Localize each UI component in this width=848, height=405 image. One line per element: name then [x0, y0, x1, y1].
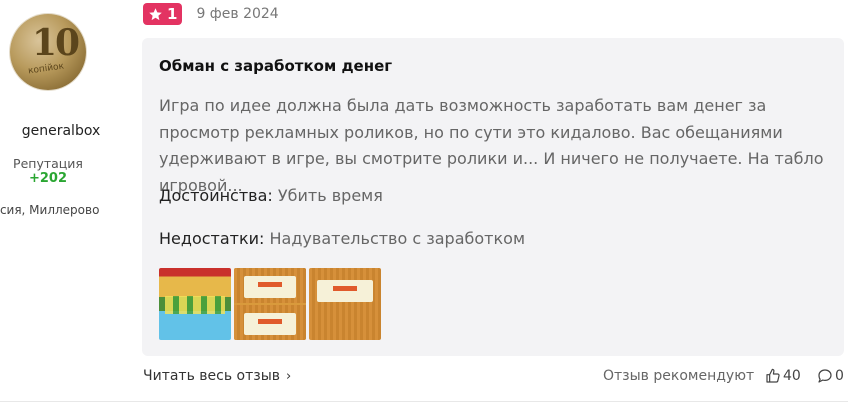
star-icon — [149, 7, 162, 20]
review-meta: 1 9 фев 2024 — [143, 2, 279, 26]
cons-label: Недостатки: — [159, 229, 265, 248]
thumbs-up-icon — [766, 368, 780, 383]
author-sidebar: 10 копійок generalbox Репутация +202 осс… — [0, 0, 122, 405]
pros-value: Убить время — [277, 186, 383, 205]
rating-value: 1 — [167, 5, 178, 23]
review-image-thumbnail[interactable] — [309, 268, 381, 340]
avatar-coin-number: 10 — [32, 22, 80, 64]
review-image-thumbnail[interactable] — [159, 268, 231, 340]
review-images — [159, 268, 381, 340]
likes-count: 40 — [783, 368, 801, 384]
comments-button[interactable]: 0 — [817, 368, 844, 384]
cons-value: Надувательство с заработком — [269, 229, 526, 248]
review-date: 9 фев 2024 — [196, 6, 279, 22]
author-name[interactable]: generalbox — [0, 123, 122, 139]
author-location: оссия, Миллерово — [0, 203, 100, 217]
reputation-label: Репутация — [13, 156, 83, 171]
comment-icon — [818, 369, 832, 383]
review-pros: Достоинства: Убить время — [159, 186, 383, 205]
read-more-label: Читать весь отзыв — [143, 368, 281, 384]
review-footer: Читать весь отзыв › Отзыв рекомендуют 40… — [143, 368, 848, 388]
like-button[interactable]: 40 — [765, 368, 801, 384]
avatar[interactable]: 10 копійок — [10, 14, 86, 90]
comments-count: 0 — [835, 368, 844, 384]
pros-label: Достоинства: — [159, 186, 273, 205]
read-more-link[interactable]: Читать весь отзыв › — [143, 368, 291, 384]
review-image-thumbnail[interactable] — [234, 268, 306, 340]
review-cons: Недостатки: Надувательство с заработком — [159, 229, 525, 248]
recommend-label: Отзыв рекомендуют — [603, 368, 755, 384]
review-title[interactable]: Обман с заработком денег — [159, 57, 392, 75]
chevron-right-icon: › — [286, 368, 292, 384]
reputation-value: +202 — [28, 171, 68, 186]
divider — [0, 401, 848, 402]
rating-badge: 1 — [143, 3, 183, 25]
review-card: Обман с заработком денег Игра по идее до… — [142, 38, 844, 356]
review-text: Игра по идее должна была дать возможност… — [159, 96, 824, 195]
